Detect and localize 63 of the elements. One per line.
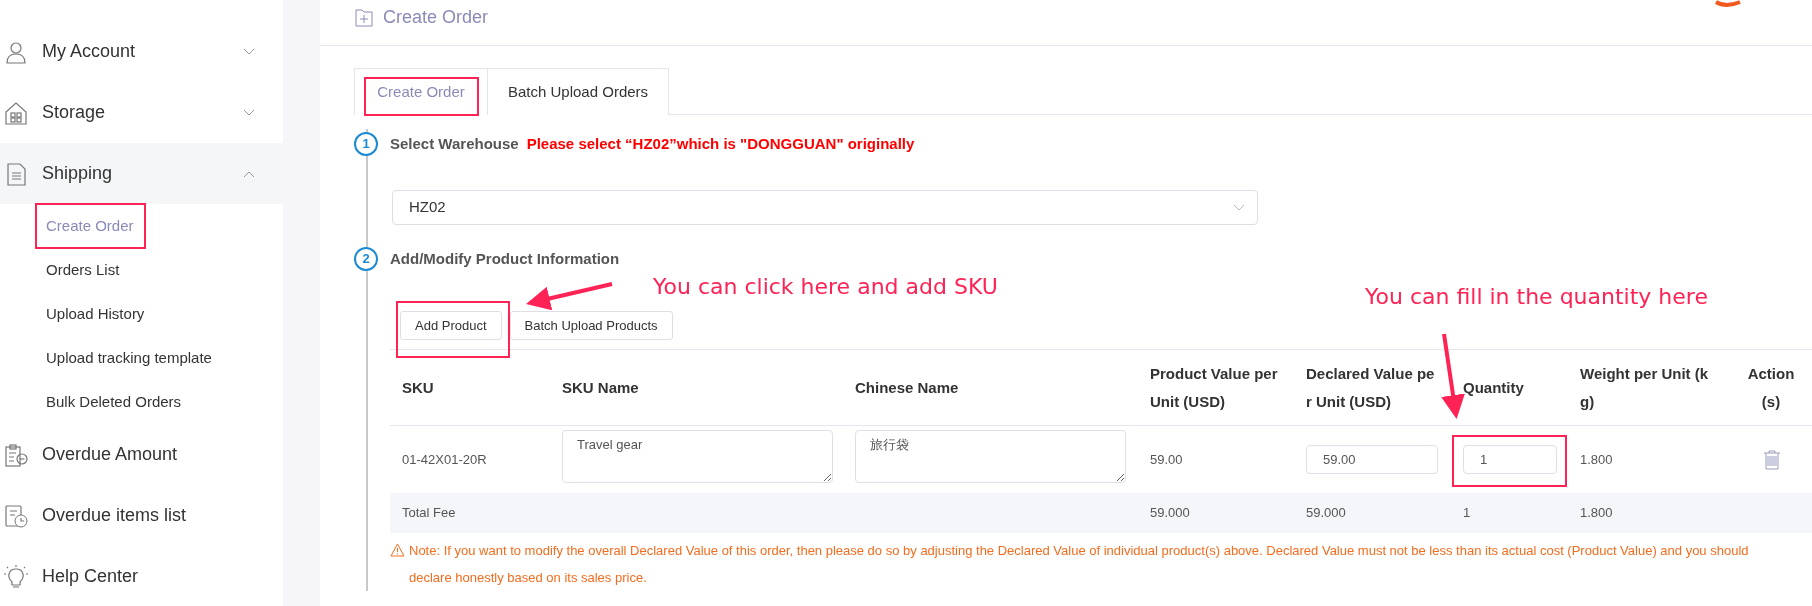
sidebar-item[interactable]: Storage — [0, 82, 283, 143]
menu-label: My Account — [42, 40, 137, 63]
chevron-down-icon — [1233, 204, 1245, 211]
submenu-item[interactable]: Bulk Deleted Orders — [0, 380, 283, 424]
menu-label: Shipping — [42, 162, 114, 185]
text-area[interactable]: Travel gear — [562, 430, 833, 484]
warehouse-select[interactable]: HZ02 — [392, 190, 1258, 225]
submenu-item[interactable]: Upload tracking template — [0, 336, 283, 380]
table-cell-text: 1 — [1462, 504, 1472, 523]
table-cell-text: 59.000 — [1149, 504, 1191, 523]
warning-icon — [390, 543, 405, 557]
submenu-item[interactable]: Orders List — [0, 248, 283, 292]
column-header: Quantity — [1462, 377, 1525, 398]
column-header: SKU Name — [561, 377, 640, 398]
trash-icon[interactable] — [1763, 449, 1781, 470]
table-cell-text: 1.800 — [1579, 504, 1614, 523]
step-number: 1 — [354, 132, 378, 156]
sidebar-item[interactable]: Overdue Amount — [0, 424, 283, 485]
warning-text: Please select “HZ02”which is "DONGGUAN" originally — [526, 133, 915, 154]
column-header: Product Value per Unit (USD) — [1149, 363, 1279, 412]
clipboard-icon — [4, 442, 28, 467]
person-icon — [4, 39, 28, 64]
step-title: Select Warehouse — [390, 133, 519, 154]
product-button[interactable]: Batch Upload Products — [509, 311, 673, 340]
menu-label: Help Center — [42, 565, 140, 588]
text-area[interactable]: 旅行袋 — [855, 430, 1126, 484]
table-cell-text: 59.00 — [1149, 450, 1184, 469]
table-cell-text: 1.800 — [1579, 450, 1614, 469]
sidebar-item[interactable]: Shipping — [0, 143, 283, 204]
chevron-up-icon — [243, 169, 255, 178]
document-icon — [4, 161, 28, 186]
table-cell-text: Total Fee — [401, 504, 457, 523]
column-header: Weight per Unit (kg) — [1579, 363, 1710, 412]
clipboard-clock-icon — [4, 503, 28, 528]
tab[interactable]: Batch Upload Orders — [487, 68, 670, 115]
table-cell-text: 59.000 — [1305, 504, 1347, 523]
house-icon — [4, 100, 28, 125]
sidebar-item[interactable]: Help Center — [0, 546, 283, 606]
column-header: Chinese Name — [854, 377, 960, 398]
step-title: Add/Modify Product Information — [390, 248, 620, 269]
note-text: Note: If you want to modify the overall Declared Value of this order, then please do so by adjusting the Declared Value of individual product(s) above. Declared Value must not be less than its actual cost (Product Value) and you should declare honestly based on its sales price. — [409, 542, 1750, 587]
lightbulb-icon — [4, 564, 28, 589]
annotation-text: You can fill in the quantity here — [1365, 283, 1708, 311]
step-number: 2 — [354, 247, 378, 271]
column-header: Declared Value per Unit (USD) — [1305, 363, 1435, 412]
add-document-icon — [355, 8, 373, 27]
page-title: Create Order — [383, 6, 489, 29]
menu-label: Overdue items list — [42, 504, 188, 527]
chevron-down-icon — [243, 108, 255, 117]
scribble-mark — [1715, 0, 1741, 7]
input-field[interactable]: 59.00 — [1306, 445, 1438, 474]
menu-label: Storage — [42, 101, 107, 124]
column-header: SKU — [401, 377, 435, 398]
sidebar-item[interactable]: Overdue items list — [0, 485, 283, 546]
table-cell-text: 01-42X01-20R — [401, 450, 488, 469]
input-field[interactable]: 1 — [1463, 445, 1557, 474]
annotation-text: You can click here and add SKU — [653, 273, 998, 301]
sidebar-item[interactable]: My Account — [0, 21, 283, 82]
submenu-item[interactable]: Upload History — [0, 292, 283, 336]
menu-label: Overdue Amount — [42, 443, 179, 466]
column-header: Action(s) — [1746, 363, 1796, 412]
product-button[interactable]: Add Product — [400, 311, 502, 340]
chevron-down-icon — [243, 47, 255, 56]
